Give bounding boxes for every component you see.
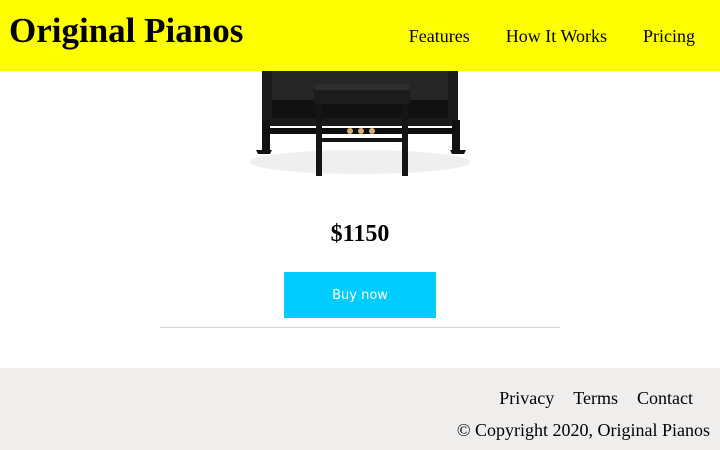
footer-link-privacy[interactable]: Privacy [499, 387, 554, 409]
site-header: Original Pianos Features How It Works Pr… [0, 0, 720, 71]
footer-link-contact[interactable]: Contact [637, 387, 693, 409]
nav-features[interactable]: Features [409, 25, 470, 47]
copyright-text: © Copyright 2020, Original Pianos [456, 420, 710, 440]
product-price: $1150 [330, 221, 390, 247]
divider [160, 327, 560, 328]
site-logo[interactable]: Original Pianos [9, 10, 243, 52]
buy-now-button[interactable]: Buy now [284, 272, 436, 318]
site-footer: Privacy Terms Contact © Copyright 2020, … [0, 368, 720, 450]
footer-links: Privacy Terms Contact [499, 387, 693, 409]
nav-how-it-works[interactable]: How It Works [506, 25, 607, 47]
main-nav: Features How It Works Pricing [409, 25, 695, 47]
footer-link-terms[interactable]: Terms [573, 387, 618, 409]
nav-pricing[interactable]: Pricing [643, 25, 695, 47]
